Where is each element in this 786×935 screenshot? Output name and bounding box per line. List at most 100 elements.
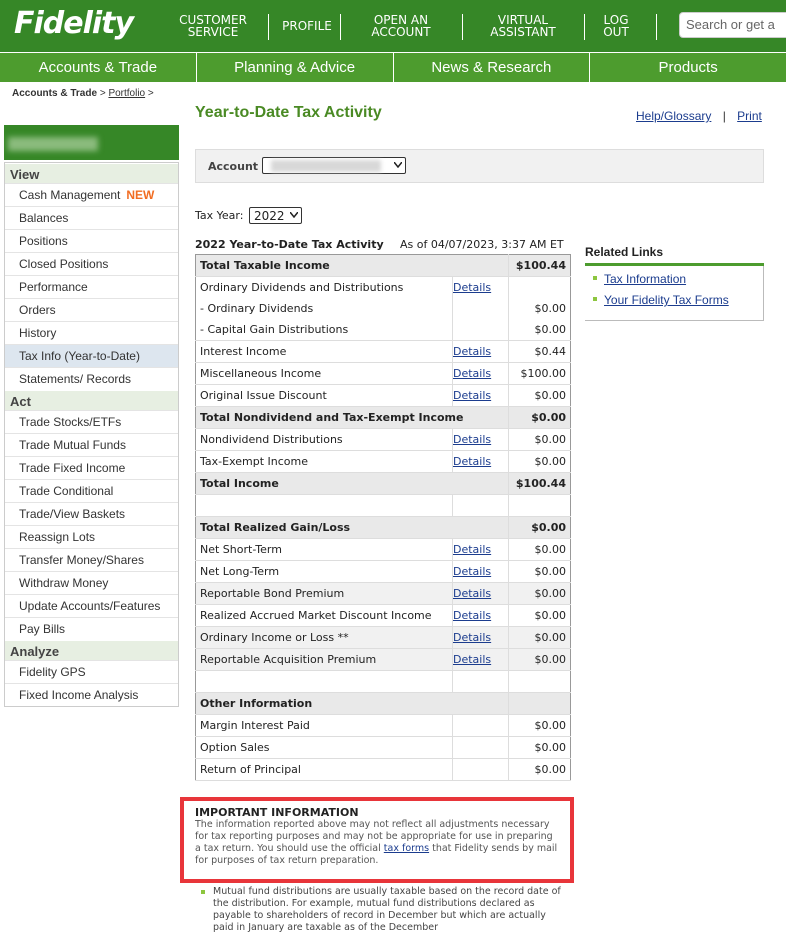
row-value: $0.00 <box>508 626 571 649</box>
sidebar-item-withdraw-money[interactable]: Withdraw Money <box>5 571 178 594</box>
sidebar-item-tax-info-year-to-date[interactable]: Tax Info (Year-to-Date) <box>5 344 178 367</box>
sidebar-item-label: Trade Mutual Funds <box>19 438 126 452</box>
details-link[interactable]: Details <box>453 587 491 600</box>
help-print-links: Help/Glossary | Print <box>636 109 762 123</box>
related-link-item: Tax Information <box>593 272 755 286</box>
sidebar-item-statements-records[interactable]: Statements/ Records <box>5 367 178 390</box>
row-details-cell: Details <box>452 648 509 671</box>
sidebar-item-transfer-money-shares[interactable]: Transfer Money/Shares <box>5 548 178 571</box>
tax-information-link[interactable]: Tax Information <box>604 272 686 286</box>
sidebar-item-label: Transfer Money/Shares <box>19 553 144 567</box>
details-link[interactable]: Details <box>453 653 491 666</box>
related-link-item: Your Fidelity Tax Forms <box>593 293 755 307</box>
sidebar-item-label: Orders <box>19 303 56 317</box>
row-label: Return of Principal <box>195 758 453 781</box>
nav-news-research[interactable]: News & Research <box>394 53 591 82</box>
sidebar-item-trade-view-baskets[interactable]: Trade/View Baskets <box>5 502 178 525</box>
row-value: $0.00 <box>508 604 571 627</box>
breadcrumb-separator: > <box>147 88 154 99</box>
nav-products[interactable]: Products <box>590 53 786 82</box>
row-label: Nondividend Distributions <box>195 428 453 451</box>
sidebar-item-label: Withdraw Money <box>19 576 109 590</box>
sidebar-item-fixed-income-analysis[interactable]: Fixed Income Analysis <box>5 683 178 706</box>
sidebar-item-orders[interactable]: Orders <box>5 298 178 321</box>
sidebar-item-positions[interactable]: Positions <box>5 229 178 252</box>
customer-service-link[interactable]: CUSTOMER SERVICE <box>170 0 256 52</box>
table-row: Nondividend Distributions Details $0.00 <box>195 428 571 451</box>
fidelity-logo[interactable]: Fidelity <box>14 6 134 41</box>
row-details-cell: Details <box>452 362 509 385</box>
sidebar-item-pay-bills[interactable]: Pay Bills <box>5 617 178 640</box>
log-out-link[interactable]: LOG OUT <box>592 0 640 52</box>
open-account-link[interactable]: OPEN AN ACCOUNT <box>356 0 446 52</box>
sidebar-item-label: Positions <box>19 234 68 248</box>
sidebar-item-fidelity-gps[interactable]: Fidelity GPS <box>5 660 178 683</box>
table-title: 2022 Year-to-Date Tax Activity <box>195 238 384 251</box>
row-details-cell: Details <box>452 604 509 627</box>
sidebar-item-performance[interactable]: Performance <box>5 275 178 298</box>
sidebar-item-balances[interactable]: Balances <box>5 206 178 229</box>
details-link[interactable]: Details <box>453 389 491 402</box>
tax-year-select[interactable]: 2022 <box>249 207 302 224</box>
details-link[interactable]: Details <box>453 345 491 358</box>
row-details-cell: Details <box>452 384 509 407</box>
sidebar-item-history[interactable]: History <box>5 321 178 344</box>
details-link[interactable]: Details <box>453 631 491 644</box>
sidebar-item-trade-mutual-funds[interactable]: Trade Mutual Funds <box>5 433 178 456</box>
tax-forms-link[interactable]: Your Fidelity Tax Forms <box>604 293 729 307</box>
sidebar: View Cash Management NEW Balances Positions C… <box>4 162 179 707</box>
row-label: Realized Accrued Market Discount Income <box>195 604 453 627</box>
details-link[interactable]: Details <box>453 455 491 468</box>
details-link[interactable]: Details <box>453 609 491 622</box>
breadcrumb-portfolio-link[interactable]: Portfolio <box>108 88 145 99</box>
details-link[interactable]: Details <box>453 433 491 446</box>
virtual-assistant-link[interactable]: VIRTUAL ASSISTANT <box>478 0 568 52</box>
row-value: $100.00 <box>508 362 571 385</box>
sidebar-item-trade-stocks-etfs[interactable]: Trade Stocks/ETFs <box>5 410 178 433</box>
details-link[interactable]: Details <box>453 281 491 294</box>
breadcrumb-accounts-trade: Accounts & Trade <box>12 88 98 99</box>
account-select[interactable] <box>262 157 406 174</box>
sidebar-item-label: Trade/View Baskets <box>19 507 126 521</box>
sidebar-item-trade-fixed-income[interactable]: Trade Fixed Income <box>5 456 178 479</box>
chevron-down-icon <box>394 162 402 168</box>
nav-planning-advice[interactable]: Planning & Advice <box>197 53 394 82</box>
row-details-cell <box>452 318 509 341</box>
sidebar-item-update-accounts-features[interactable]: Update Accounts/Features <box>5 594 178 617</box>
sidebar-item-closed-positions[interactable]: Closed Positions <box>5 252 178 275</box>
print-link[interactable]: Print <box>737 109 762 123</box>
row-value: $0.00 <box>508 560 571 583</box>
table-row: Total Taxable Income $100.44 <box>195 254 571 277</box>
row-value <box>508 670 571 693</box>
table-row: Ordinary Dividends and Distributions Deta… <box>196 276 571 298</box>
table-row: Original Issue Discount Details $0.00 <box>195 384 571 407</box>
row-label <box>195 494 453 517</box>
details-link[interactable]: Details <box>453 367 491 380</box>
sidebar-item-label: Statements/ Records <box>19 372 132 386</box>
search-input[interactable]: Search or get a <box>679 12 786 38</box>
tax-forms-inline-link[interactable]: tax forms <box>384 843 429 854</box>
row-label: Total Nondividend and Tax-Exempt Income <box>195 406 509 429</box>
account-label: Account <box>208 160 259 173</box>
details-link[interactable]: Details <box>453 543 491 556</box>
as-of-timestamp: As of 04/07/2023, 3:37 AM ET <box>400 238 564 251</box>
row-details-cell <box>452 758 509 781</box>
nav-accounts-trade[interactable]: Accounts & Trade <box>0 53 197 82</box>
row-value: $0.00 <box>508 758 571 781</box>
profile-link[interactable]: PROFILE <box>276 0 338 52</box>
row-details-cell: Details <box>452 340 509 363</box>
important-text: The information reported above may not r… <box>195 819 559 867</box>
row-details-cell: Details <box>452 450 509 473</box>
sidebar-item-reassign-lots[interactable]: Reassign Lots <box>5 525 178 548</box>
details-link[interactable]: Details <box>453 565 491 578</box>
row-label: Ordinary Income or Loss ** <box>195 626 453 649</box>
sidebar-item-trade-conditional[interactable]: Trade Conditional <box>5 479 178 502</box>
row-details-cell <box>452 297 509 319</box>
row-details-cell <box>452 736 509 759</box>
sidebar-item-cash-management[interactable]: Cash Management NEW <box>5 183 178 206</box>
table-row: - Ordinary Dividends $0.00 <box>196 297 571 319</box>
help-glossary-link[interactable]: Help/Glossary <box>636 109 711 123</box>
table-row: Total Income $100.44 <box>195 472 571 495</box>
table-row: Ordinary Income or Loss ** Details $0.00 <box>195 626 571 649</box>
row-label: - Ordinary Dividends <box>200 301 314 315</box>
